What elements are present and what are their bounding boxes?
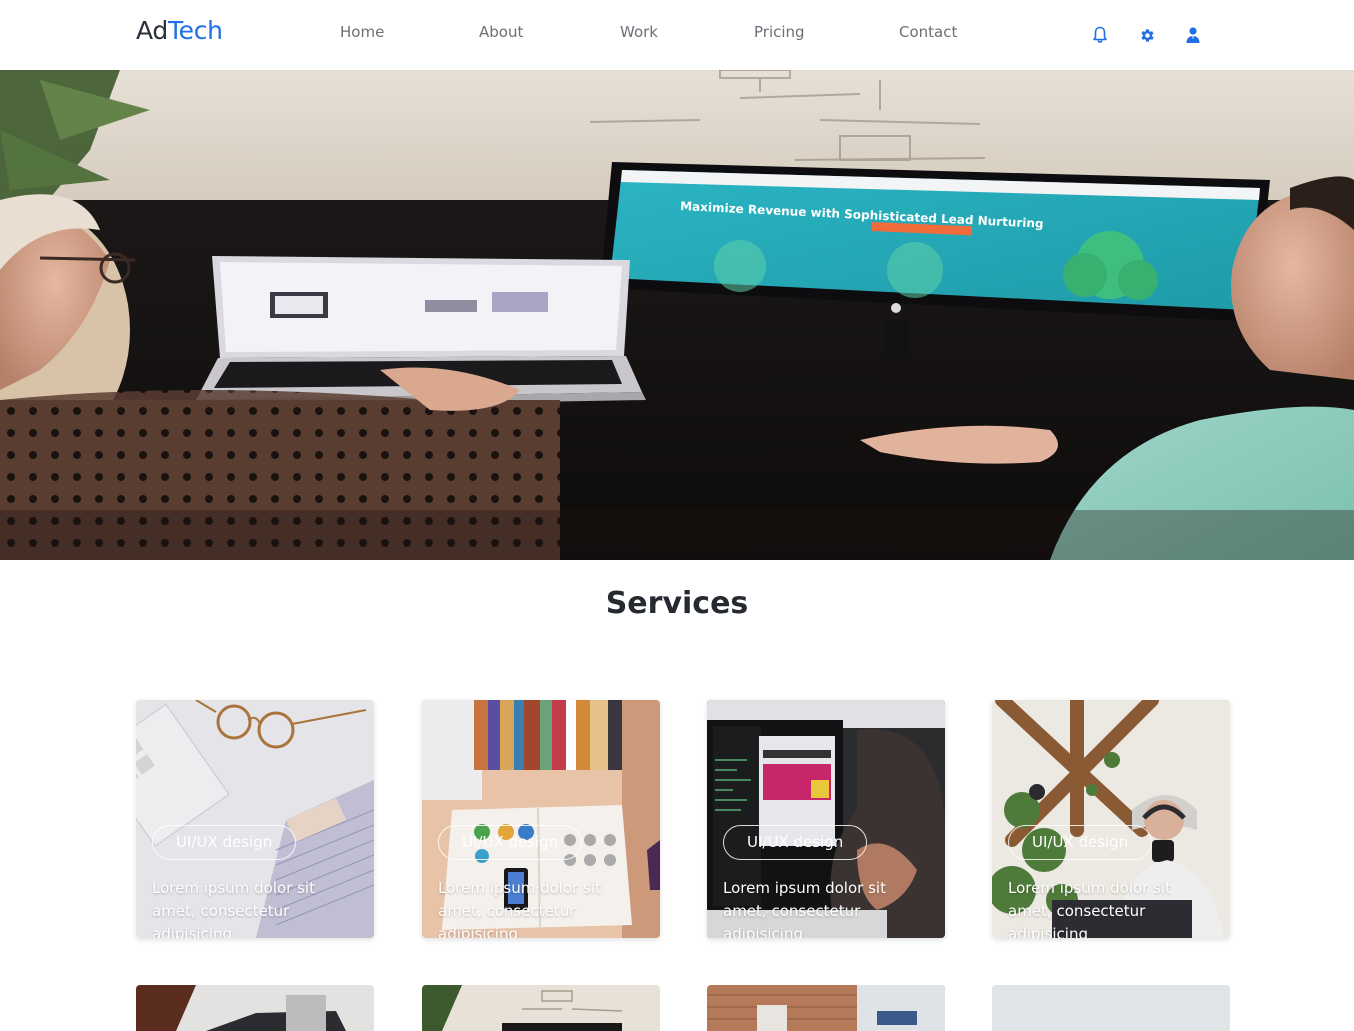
user-icon[interactable] bbox=[1183, 25, 1203, 45]
nav-work-link[interactable]: Work bbox=[620, 23, 658, 41]
services-title: Services bbox=[605, 586, 749, 621]
service-card-partial[interactable] bbox=[707, 985, 945, 1031]
gear-icon[interactable] bbox=[1137, 25, 1157, 45]
nav-about-link[interactable]: About bbox=[479, 23, 523, 41]
service-tag[interactable]: UI/UX design bbox=[1008, 825, 1153, 860]
top-header: AdTech Home About Work Pricing Contact bbox=[0, 0, 1354, 70]
hero-image: Maximize Revenue with Sophisticated Lead… bbox=[0, 70, 1354, 560]
service-tag[interactable]: UI/UX design bbox=[723, 825, 868, 860]
service-tag[interactable]: UI/UX design bbox=[438, 825, 583, 860]
nav-pricing-link[interactable]: Pricing bbox=[754, 23, 805, 41]
service-card[interactable]: UI/UX design Lorem ipsum dolor sit amet,… bbox=[992, 700, 1230, 938]
service-card-image bbox=[992, 985, 1230, 1031]
service-card-image bbox=[707, 985, 945, 1031]
brand-logo[interactable]: AdTech bbox=[136, 16, 223, 45]
service-description: Lorem ipsum dolor sit amet, consectetur … bbox=[723, 879, 886, 938]
service-tag[interactable]: UI/UX design bbox=[152, 825, 297, 860]
service-card[interactable]: UI/UX design Lorem ipsum dolor sit amet,… bbox=[422, 700, 660, 938]
service-card-partial[interactable] bbox=[136, 985, 374, 1031]
brand-part-1: Ad bbox=[136, 16, 168, 45]
service-card[interactable]: UI/UX design Lorem ipsum dolor sit amet,… bbox=[136, 700, 374, 938]
bell-icon[interactable] bbox=[1090, 25, 1110, 45]
hero-banner: Maximize Revenue with Sophisticated Lead… bbox=[0, 70, 1354, 560]
nav-home-link[interactable]: Home bbox=[340, 23, 384, 41]
service-card-partial[interactable] bbox=[422, 985, 660, 1031]
service-card-image bbox=[422, 985, 660, 1031]
service-card[interactable]: UI/UX design Lorem ipsum dolor sit amet,… bbox=[707, 700, 945, 938]
nav-contact-link[interactable]: Contact bbox=[899, 23, 957, 41]
service-description: Lorem ipsum dolor sit amet, consectetur … bbox=[438, 879, 601, 938]
service-card-image bbox=[136, 985, 374, 1031]
service-card-partial[interactable] bbox=[992, 985, 1230, 1031]
service-description: Lorem ipsum dolor sit amet, consectetur … bbox=[1008, 879, 1171, 938]
brand-part-2: Tech bbox=[167, 16, 223, 45]
service-description: Lorem ipsum dolor sit amet, consectetur … bbox=[152, 879, 315, 938]
